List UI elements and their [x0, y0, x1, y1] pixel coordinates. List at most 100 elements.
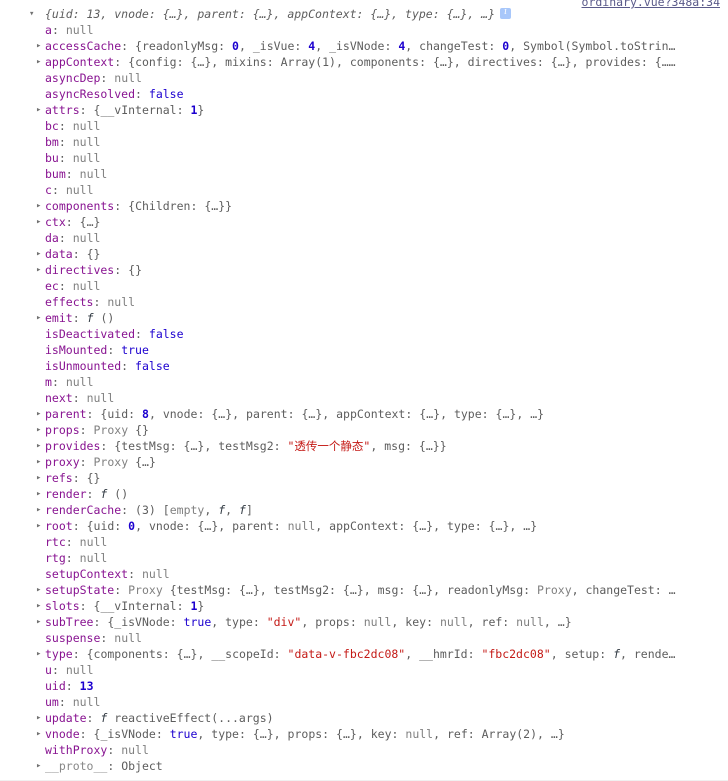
property-text: subTree: {_isVNode: true, type: "div", p…: [45, 615, 572, 629]
chevron-right-icon[interactable]: [36, 214, 44, 230]
property-text: parent: {uid: 8, vnode: {…}, parent: {…}…: [45, 407, 545, 421]
chevron-right-icon[interactable]: [36, 310, 44, 326]
property-row-da: da: null: [0, 230, 728, 246]
chevron-right-icon[interactable]: [36, 262, 44, 278]
chevron-right-icon[interactable]: [36, 438, 44, 454]
chevron-right-icon[interactable]: [36, 102, 44, 118]
property-row-vnode[interactable]: vnode: {_isVNode: true, type: {…}, props…: [0, 726, 728, 742]
property-text: bu: null: [45, 151, 101, 165]
property-text: effects: null: [45, 295, 136, 309]
property-row-refs[interactable]: refs: {}: [0, 470, 728, 486]
chevron-right-icon[interactable]: [36, 54, 44, 70]
property-row-isDeactivated: isDeactivated: false: [0, 326, 728, 342]
property-row-appContext[interactable]: appContext: {config: {…}, mixins: Array(…: [0, 54, 728, 70]
property-text: renderCache: (3) [empty, f, f]: [45, 503, 253, 517]
property-text: a: null: [45, 23, 94, 37]
object-property-list: {uid: 13, vnode: {…}, parent: {…}, appCo…: [0, 6, 728, 774]
property-text: next: null: [45, 391, 115, 405]
property-text: um: null: [45, 695, 101, 709]
property-text: isMounted: true: [45, 343, 149, 357]
property-text: asyncDep: null: [45, 71, 142, 85]
property-text: suspense: null: [45, 631, 142, 645]
chevron-down-icon[interactable]: [29, 6, 37, 22]
object-header-preview: {uid: 13, vnode: {…}, parent: {…}, appCo…: [45, 7, 496, 21]
chevron-right-icon[interactable]: [36, 582, 44, 598]
property-row-setupContext: setupContext: null: [0, 566, 728, 582]
property-text: setupState: Proxy {testMsg: {…}, testMsg…: [45, 583, 676, 597]
property-row-m: m: null: [0, 374, 728, 390]
property-text: asyncResolved: false: [45, 87, 184, 101]
property-row-render[interactable]: render: f (): [0, 486, 728, 502]
chevron-right-icon[interactable]: [36, 422, 44, 438]
property-row-attrs[interactable]: attrs: {__vInternal: 1}: [0, 102, 728, 118]
property-row-accessCache[interactable]: accessCache: {readonlyMsg: 0, _isVue: 4,…: [0, 38, 728, 54]
object-header-row[interactable]: {uid: 13, vnode: {…}, parent: {…}, appCo…: [0, 6, 728, 22]
property-text: withProxy: null: [45, 743, 149, 757]
property-row-directives[interactable]: directives: {}: [0, 262, 728, 278]
property-text: ec: null: [45, 279, 101, 293]
property-text: rtg: null: [45, 551, 108, 565]
property-text: attrs: {__vInternal: 1}: [45, 103, 205, 117]
property-row-update[interactable]: update: f reactiveEffect(...args): [0, 710, 728, 726]
chevron-right-icon[interactable]: [36, 38, 44, 54]
chevron-right-icon[interactable]: [36, 646, 44, 662]
property-text: refs: {}: [45, 471, 101, 485]
chevron-right-icon[interactable]: [36, 470, 44, 486]
property-row-bc: bc: null: [0, 118, 728, 134]
property-row-components[interactable]: components: {Children: {…}}: [0, 198, 728, 214]
property-text: type: {components: {…}, __scopeId: "data…: [45, 647, 676, 661]
property-row-setupState[interactable]: setupState: Proxy {testMsg: {…}, testMsg…: [0, 582, 728, 598]
property-row-root[interactable]: root: {uid: 0, vnode: {…}, parent: null,…: [0, 518, 728, 534]
property-text: vnode: {_isVNode: true, type: {…}, props…: [45, 727, 565, 741]
property-row-a: a: null: [0, 22, 728, 38]
property-text: emit: f (): [45, 311, 115, 325]
property-text: c: null: [45, 183, 94, 197]
property-text: accessCache: {readonlyMsg: 0, _isVue: 4,…: [45, 39, 676, 53]
property-row-data[interactable]: data: {}: [0, 246, 728, 262]
property-row-provides[interactable]: provides: {testMsg: {…}, testMsg2: "透传一个…: [0, 438, 728, 454]
property-text: uid: 13: [45, 679, 94, 693]
chevron-right-icon[interactable]: [36, 198, 44, 214]
chevron-right-icon[interactable]: [36, 710, 44, 726]
chevron-right-icon[interactable]: [36, 598, 44, 614]
chevron-right-icon[interactable]: [36, 726, 44, 742]
property-row-next: next: null: [0, 390, 728, 406]
chevron-right-icon[interactable]: [36, 614, 44, 630]
chevron-right-icon[interactable]: [36, 406, 44, 422]
property-row-subTree[interactable]: subTree: {_isVNode: true, type: "div", p…: [0, 614, 728, 630]
property-row-suspense: suspense: null: [0, 630, 728, 646]
property-row-uid: uid: 13: [0, 678, 728, 694]
property-row-emit[interactable]: emit: f (): [0, 310, 728, 326]
property-text: proxy: Proxy {…}: [45, 455, 156, 469]
property-text: props: Proxy {}: [45, 423, 149, 437]
property-text: components: {Children: {…}}: [45, 199, 233, 213]
property-row-proxy[interactable]: proxy: Proxy {…}: [0, 454, 728, 470]
property-text: update: f reactiveEffect(...args): [45, 711, 274, 725]
chevron-right-icon[interactable]: [36, 246, 44, 262]
property-row-ctx[interactable]: ctx: {…}: [0, 214, 728, 230]
property-text: root: {uid: 0, vnode: {…}, parent: null,…: [45, 519, 538, 533]
property-row-isUnmounted: isUnmounted: false: [0, 358, 728, 374]
chevron-right-icon[interactable]: [36, 758, 44, 774]
property-text: setupContext: null: [45, 567, 170, 581]
property-row-parent[interactable]: parent: {uid: 8, vnode: {…}, parent: {…}…: [0, 406, 728, 422]
property-row-bum: bum: null: [0, 166, 728, 182]
property-text: appContext: {config: {…}, mixins: Array(…: [45, 55, 676, 69]
property-row-slots[interactable]: slots: {__vInternal: 1}: [0, 598, 728, 614]
console-object-inspector: ordinary.vue?348a:34 {uid: 13, vnode: {……: [0, 0, 728, 781]
property-row-type[interactable]: type: {components: {…}, __scopeId: "data…: [0, 646, 728, 662]
property-row-bm: bm: null: [0, 134, 728, 150]
property-row-c: c: null: [0, 182, 728, 198]
chevron-right-icon[interactable]: [36, 454, 44, 470]
property-text: ctx: {…}: [45, 215, 101, 229]
property-row-renderCache[interactable]: renderCache: (3) [empty, f, f]: [0, 502, 728, 518]
property-row-props[interactable]: props: Proxy {}: [0, 422, 728, 438]
property-row-proto[interactable]: __proto__: Object: [0, 758, 728, 774]
chevron-right-icon[interactable]: [36, 502, 44, 518]
property-text: __proto__: Object: [45, 759, 163, 773]
chevron-right-icon[interactable]: [36, 518, 44, 534]
chevron-right-icon[interactable]: [36, 486, 44, 502]
info-icon[interactable]: [500, 6, 512, 19]
property-text: isDeactivated: false: [45, 327, 184, 341]
property-text: isUnmounted: false: [45, 359, 170, 373]
